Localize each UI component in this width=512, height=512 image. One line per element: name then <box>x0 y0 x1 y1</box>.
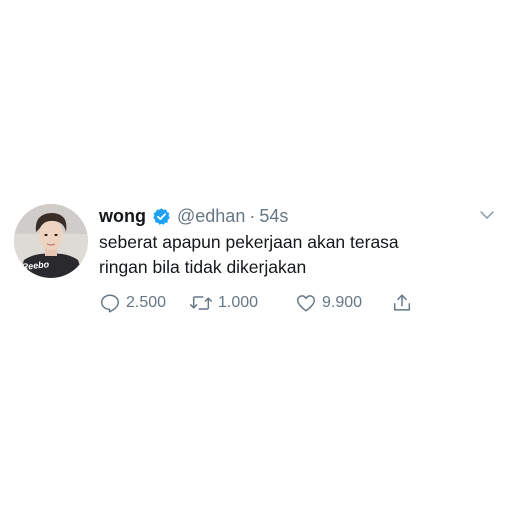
user-handle[interactable]: @edhan <box>177 206 245 227</box>
display-name[interactable]: wong <box>99 206 146 227</box>
retweet-arrows-icon <box>189 292 213 314</box>
reply-button[interactable]: 2.500 <box>99 290 189 316</box>
share-button[interactable] <box>391 290 413 316</box>
retweet-count: 1.000 <box>218 294 259 311</box>
tweet-text: seberat apapun pekerjaan akan terasa rin… <box>99 230 479 280</box>
speech-bubble-icon <box>99 292 121 314</box>
reply-count: 2.500 <box>126 294 167 311</box>
tweet-text-line: ringan bila tidak dikerjakan <box>99 257 307 277</box>
avatar-image: Reebo <box>14 204 88 278</box>
retweet-button[interactable]: 1.000 <box>189 290 295 316</box>
verified-badge-icon <box>152 207 171 226</box>
page: Reebo wong @edhan · 54s seberat apapun p… <box>0 0 512 512</box>
tweet-actions: 2.500 1.000 9.900 <box>99 290 413 316</box>
tweet-header: wong @edhan · 54s <box>99 204 288 228</box>
tweet-timestamp[interactable]: 54s <box>259 206 288 227</box>
share-upload-icon <box>391 292 413 314</box>
avatar[interactable]: Reebo <box>14 204 88 278</box>
chevron-down-icon[interactable] <box>478 206 496 224</box>
tweet-card[interactable]: Reebo wong @edhan · 54s seberat apapun p… <box>14 198 500 328</box>
like-count: 9.900 <box>322 294 363 311</box>
tweet-text-line: seberat apapun pekerjaan akan terasa <box>99 232 399 252</box>
like-button[interactable]: 9.900 <box>295 290 391 316</box>
heart-icon <box>295 292 317 314</box>
separator-dot: · <box>249 205 256 226</box>
